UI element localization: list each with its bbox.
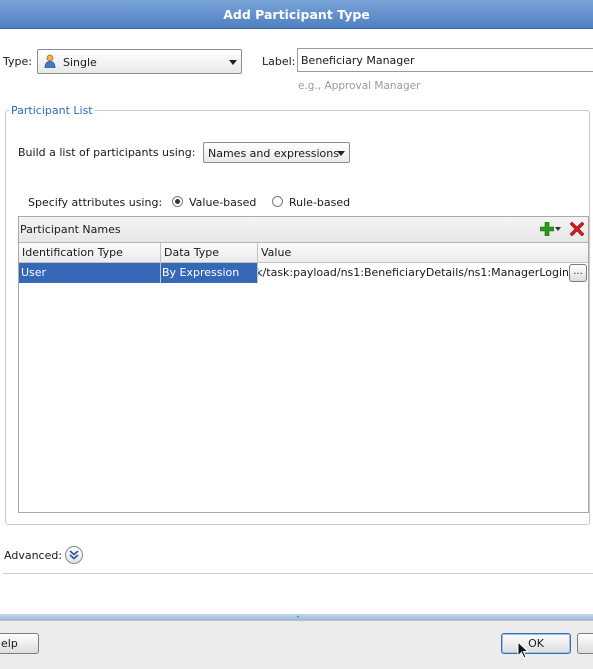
chevron-down-icon[interactable]	[337, 150, 345, 156]
cell-data-type[interactable]: By Expression	[161, 263, 258, 283]
delete-icon[interactable]	[569, 221, 585, 237]
label-label: Label:	[262, 55, 296, 68]
specify-attributes-label: Specify attributes using:	[28, 196, 163, 209]
label-input[interactable]: Beneficiary Manager	[297, 48, 593, 72]
cell-value[interactable]: sk/task:payload/ns1:BeneficiaryDetails/n…	[258, 263, 569, 283]
column-header-data-type[interactable]: Data Type	[161, 243, 258, 263]
value-based-label[interactable]: Value-based	[189, 196, 256, 209]
build-list-label: Build a list of participants using:	[18, 146, 196, 159]
help-button[interactable]: elp	[0, 633, 39, 654]
user-icon	[44, 54, 56, 69]
participant-names-panel: Participant Names Identification Type Da…	[18, 216, 589, 513]
participant-list-legend: Participant List	[9, 104, 95, 117]
cell-value-text: sk/task:payload/ns1:BeneficiaryDetails/n…	[258, 266, 569, 279]
column-header-identification-type[interactable]: Identification Type	[19, 243, 161, 263]
type-value: Single	[63, 56, 97, 69]
participant-names-header: Participant Names	[19, 217, 588, 243]
browse-expression-button[interactable]: ...	[569, 264, 587, 282]
divider	[3, 573, 593, 574]
column-header-value[interactable]: Value	[258, 243, 588, 263]
advanced-label: Advanced:	[4, 549, 63, 562]
expand-advanced-button[interactable]	[65, 546, 83, 564]
mouse-cursor-icon	[517, 641, 529, 659]
type-label: Type:	[3, 55, 32, 68]
participant-names-title: Participant Names	[20, 223, 121, 236]
label-input-value: Beneficiary Manager	[301, 54, 415, 67]
build-list-value: Names and expressions	[208, 147, 339, 160]
type-combo[interactable]: Single	[37, 49, 242, 74]
rule-based-label[interactable]: Rule-based	[289, 196, 350, 209]
build-list-combo[interactable]: Names and expressions	[203, 142, 350, 163]
cell-identification-type[interactable]: User	[19, 263, 161, 283]
window-title: Add Participant Type	[223, 7, 370, 22]
double-chevron-down-icon	[69, 550, 79, 560]
cancel-button[interactable]	[577, 633, 593, 654]
table-row[interactable]: User By Expression sk/task:payload/ns1:B…	[19, 263, 588, 283]
value-based-radio[interactable]	[172, 196, 183, 207]
rule-based-radio[interactable]	[272, 196, 283, 207]
title-bar: Add Participant Type	[0, 0, 593, 29]
add-dropdown-icon[interactable]	[555, 227, 561, 231]
add-icon[interactable]	[539, 221, 555, 237]
radio-selected-dot	[175, 199, 180, 204]
ok-button[interactable]: OK	[501, 633, 571, 654]
chevron-down-icon[interactable]	[229, 59, 237, 65]
label-hint: e.g., Approval Manager	[298, 80, 421, 92]
